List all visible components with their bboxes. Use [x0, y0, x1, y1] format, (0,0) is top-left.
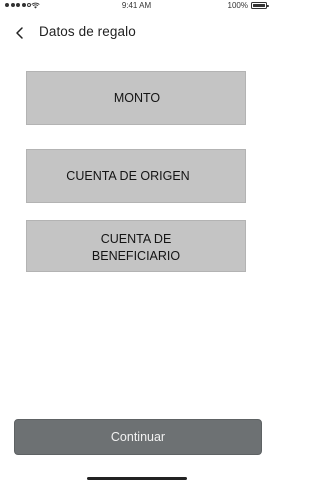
battery-icon: [251, 2, 269, 9]
beneficiary-account-option-label: CUENTA DE BENEFICIARIO: [91, 231, 181, 263]
beneficiary-account-option-card[interactable]: CUENTA DE BENEFICIARIO: [26, 220, 246, 272]
status-bar: 9:41 AM 100%: [0, 0, 273, 12]
page-title: Datos de regalo: [39, 24, 136, 39]
gift-details-screen: 9:41 AM 100% Datos de regalo MONTO CUENT…: [0, 0, 273, 485]
battery-percentage: 100%: [227, 1, 248, 10]
source-account-option-card[interactable]: CUENTA DE ORIGEN: [26, 149, 246, 203]
continue-button[interactable]: Continuar: [14, 419, 262, 455]
amount-option-card[interactable]: MONTO: [26, 71, 246, 125]
chevron-left-icon[interactable]: [13, 26, 27, 40]
home-indicator: [87, 477, 187, 480]
amount-option-label: MONTO: [113, 90, 161, 105]
header: Datos de regalo: [0, 20, 273, 46]
source-account-option-label: CUENTA DE ORIGEN: [66, 168, 190, 183]
